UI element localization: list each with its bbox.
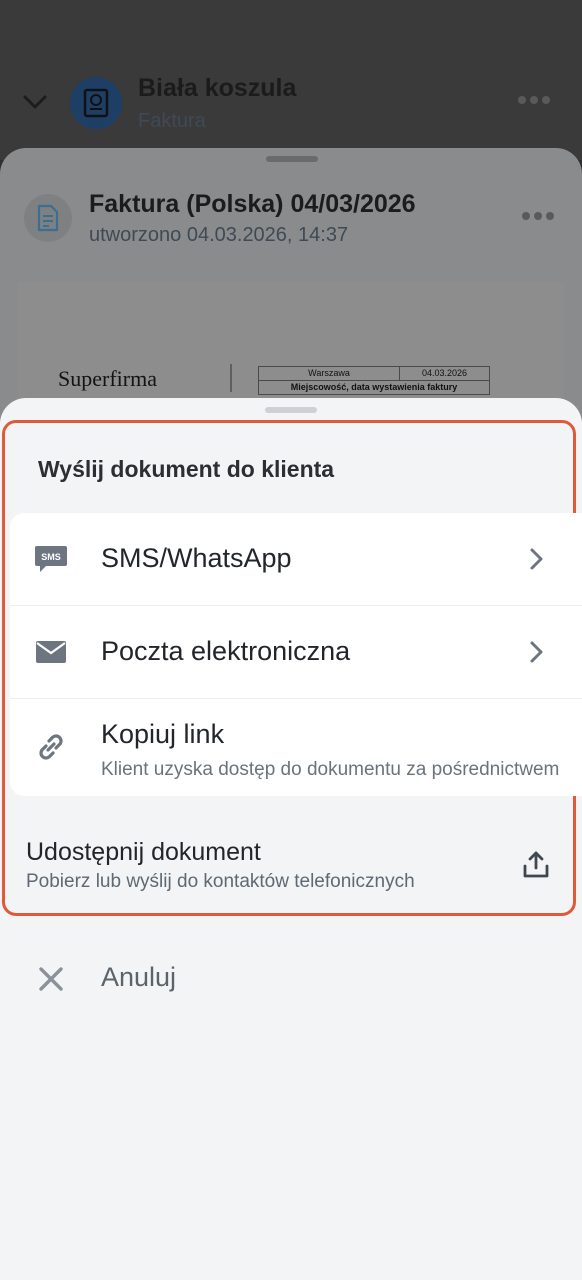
document-created: utworzono 04.03.2026, 14:37 — [89, 224, 349, 246]
chevron-right-icon — [530, 548, 543, 570]
option-label: Poczta elektroniczna — [101, 636, 351, 666]
invoice-file-icon — [24, 194, 72, 242]
share-sublabel: Pobierz lub wyślij do kontaktów telefoni… — [26, 871, 415, 892]
document-more-icon[interactable] — [522, 212, 554, 220]
share-upload-icon — [523, 851, 549, 878]
cancel-button[interactable]: Anuluj — [36, 960, 336, 1000]
share-document-button[interactable]: Udostępnij dokument Pobierz lub wyślij d… — [26, 838, 566, 898]
share-label: Udostępnij dokument — [26, 838, 261, 866]
sms-icon: SMS — [34, 543, 68, 575]
option-sublabel: Klient uzyska dostęp do dokumentu za poś… — [101, 759, 560, 780]
sheet-drag-handle[interactable] — [265, 407, 317, 413]
option-label: Kopiuj link — [101, 719, 225, 749]
chevron-down-icon[interactable] — [22, 92, 48, 112]
sheet-title: Wyślij dokument do klienta — [38, 456, 335, 482]
document-avatar-icon — [70, 77, 122, 129]
chevron-right-icon — [530, 641, 543, 663]
option-sms-whatsapp[interactable]: SMS SMS/WhatsApp — [10, 513, 582, 605]
more-options-icon[interactable] — [518, 96, 550, 104]
svg-text:SMS: SMS — [41, 552, 61, 562]
product-title: Biała koszula — [138, 74, 297, 102]
link-icon — [34, 731, 68, 763]
option-email[interactable]: Poczta elektroniczna — [10, 606, 582, 698]
cancel-label: Anuluj — [101, 962, 177, 992]
preview-brand: Superfirma — [58, 366, 157, 391]
preview-caption: Miejscowość, data wystawienia faktury — [290, 382, 458, 392]
preview-divider — [230, 364, 232, 392]
drag-handle[interactable] — [266, 156, 318, 162]
option-label: SMS/WhatsApp — [101, 543, 292, 573]
top-bar: Biała koszula Faktura — [0, 0, 582, 160]
preview-date: 04.03.2026 — [421, 368, 468, 378]
mail-icon — [34, 636, 68, 668]
send-options-list: SMS SMS/WhatsApp Poczta elektroniczna Ko… — [10, 513, 582, 796]
send-document-sheet: Wyślij dokument do klienta SMS SMS/Whats… — [0, 398, 582, 1280]
option-copy-link[interactable]: Kopiuj link Klient uzyska dostęp do doku… — [10, 699, 582, 796]
close-icon — [39, 967, 63, 991]
preview-table: Warszawa 04.03.2026 Miejscowość, data wy… — [258, 366, 490, 395]
product-subtitle: Faktura — [138, 110, 206, 132]
document-title: Faktura (Polska) 04/03/2026 — [89, 190, 416, 218]
preview-place: Warszawa — [259, 367, 400, 380]
